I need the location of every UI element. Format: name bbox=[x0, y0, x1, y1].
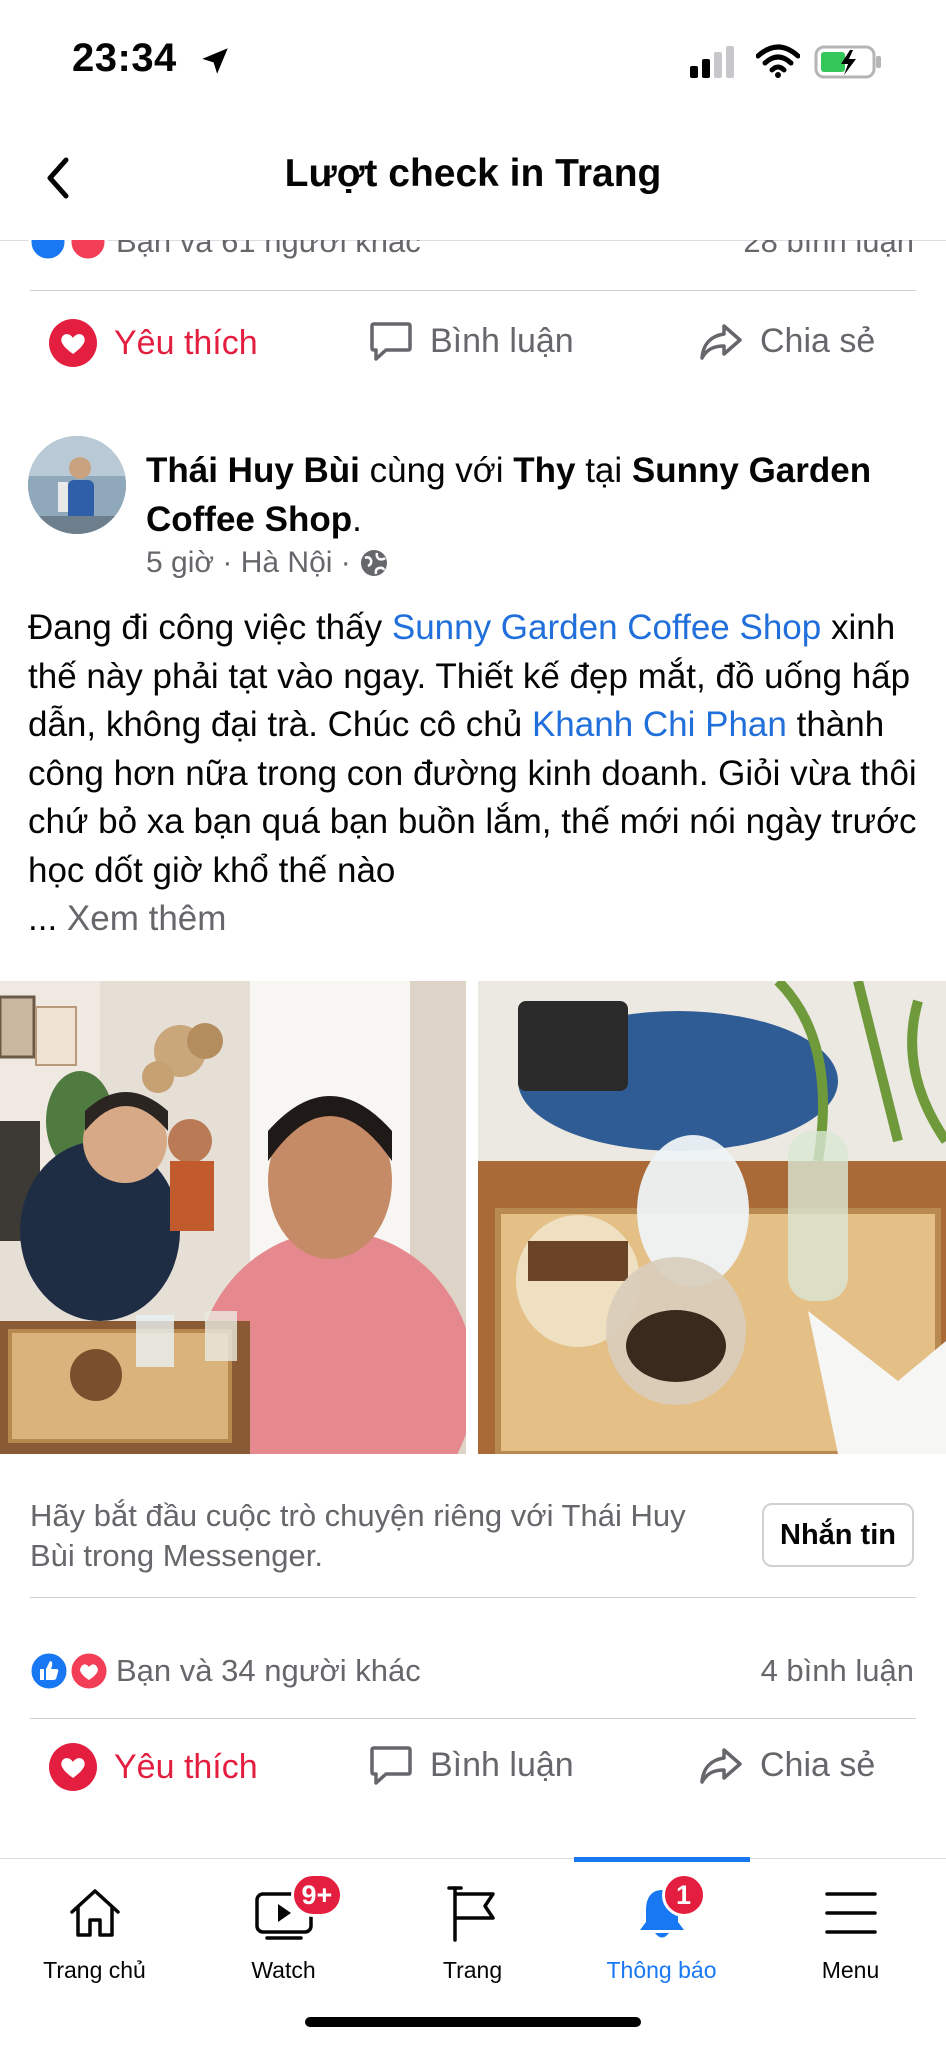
nav-pages[interactable]: Trang bbox=[378, 1859, 567, 1989]
nav-watch[interactable]: 9+ Watch bbox=[189, 1859, 378, 1989]
send-message-button[interactable]: Nhắn tin bbox=[762, 1503, 914, 1567]
post-separator bbox=[0, 404, 946, 410]
notifications-badge: 1 bbox=[661, 1873, 706, 1917]
signal-icon bbox=[690, 46, 734, 78]
owner-link[interactable]: Khanh Chi Phan bbox=[532, 705, 787, 744]
like-label: Yêu thích bbox=[114, 1747, 258, 1786]
nav-watch-label: Watch bbox=[251, 1957, 316, 1983]
author-name[interactable]: Thái Huy Bùi bbox=[146, 451, 360, 490]
share-button[interactable]: Chia sẻ bbox=[698, 1742, 875, 1788]
header-period: . bbox=[352, 500, 362, 539]
meta-dot: · bbox=[332, 546, 360, 579]
comment-icon bbox=[370, 322, 412, 361]
post-location: Hà Nội bbox=[240, 546, 333, 579]
messenger-prompt: Hãy bắt đầu cuộc trò chuyện riêng với Th… bbox=[30, 1498, 686, 1573]
flag-icon bbox=[446, 1886, 495, 1942]
nav-menu-label: Menu bbox=[821, 1957, 880, 1983]
prev-reactions-row[interactable]: Bạn và 61 người khác 28 bình luận bbox=[0, 240, 946, 268]
prev-comments-count[interactable]: 28 bình luận bbox=[743, 240, 914, 260]
nav-notifications-label: Thông báo bbox=[606, 1957, 717, 1983]
reaction-love-icon bbox=[68, 1650, 110, 1692]
post-meta: 5 giờ · Hà Nội · bbox=[146, 546, 389, 580]
heart-icon bbox=[49, 1743, 97, 1791]
comment-button[interactable]: Bình luận bbox=[368, 318, 574, 364]
divider bbox=[30, 1718, 916, 1719]
comment-icon bbox=[370, 1746, 412, 1785]
comment-button[interactable]: Bình luận bbox=[368, 1742, 574, 1788]
divider bbox=[30, 1597, 916, 1598]
divider bbox=[30, 290, 916, 291]
place-link[interactable]: Sunny Garden Coffee Shop bbox=[392, 608, 821, 647]
body-text-1: Đang đi công việc thấy bbox=[28, 608, 383, 647]
post-photo-drinks[interactable] bbox=[478, 981, 946, 1454]
reaction-love-icon bbox=[68, 240, 108, 262]
with-word: cùng với bbox=[369, 451, 504, 490]
share-label: Chia sẻ bbox=[760, 321, 876, 360]
reaction-like-icon bbox=[28, 1650, 70, 1692]
nav-notifications[interactable]: 1 Thông báo bbox=[567, 1859, 756, 1989]
tagged-friend[interactable]: Thy bbox=[513, 451, 575, 490]
heart-icon bbox=[49, 319, 97, 367]
post-body: Đang đi công việc thấy Sunny Garden Coff… bbox=[28, 604, 920, 944]
post-photo-selfie[interactable] bbox=[0, 981, 466, 1454]
prev-reactions-count: Bạn và 61 người khác bbox=[116, 240, 421, 259]
share-icon bbox=[700, 1748, 742, 1784]
globe-icon bbox=[361, 550, 388, 576]
like-button[interactable]: Yêu thích bbox=[48, 1742, 258, 1792]
home-icon bbox=[69, 1889, 120, 1937]
location-arrow-icon bbox=[202, 48, 228, 74]
comment-label: Bình luận bbox=[430, 1745, 574, 1784]
post-header-text: Thái Huy Bùi cùng với Thy tại Sunny Gard… bbox=[146, 446, 916, 544]
see-more-link[interactable]: Xem thêm bbox=[67, 899, 227, 938]
watch-badge: 9+ bbox=[290, 1873, 344, 1917]
page-title: Lượt check in Trang bbox=[284, 152, 662, 195]
active-tab-indicator bbox=[574, 1857, 750, 1862]
reaction-like-icon bbox=[28, 240, 68, 262]
author-avatar[interactable] bbox=[28, 436, 126, 534]
comment-label: Bình luận bbox=[430, 321, 574, 360]
ellipsis: ... bbox=[28, 899, 58, 938]
reactions-count[interactable]: Bạn và 34 người khác bbox=[116, 1653, 421, 1689]
nav-home[interactable]: Trang chủ bbox=[0, 1859, 189, 1989]
nav-home-label: Trang chủ bbox=[43, 1957, 146, 1983]
comments-count[interactable]: 4 bình luận bbox=[761, 1653, 914, 1689]
home-indicator[interactable] bbox=[305, 2017, 641, 2027]
wifi-icon bbox=[756, 44, 800, 78]
share-button[interactable]: Chia sẻ bbox=[698, 318, 875, 364]
at-word: tại bbox=[585, 451, 623, 490]
share-icon bbox=[700, 324, 742, 360]
battery-charging-icon bbox=[814, 45, 881, 79]
post-time[interactable]: 5 giờ bbox=[146, 546, 214, 580]
menu-icon bbox=[824, 1892, 877, 1934]
nav-menu[interactable]: Menu bbox=[756, 1859, 945, 1989]
like-button[interactable]: Yêu thích bbox=[48, 318, 258, 368]
like-label: Yêu thích bbox=[114, 323, 258, 362]
share-label: Chia sẻ bbox=[760, 1745, 876, 1784]
meta-dot: · bbox=[214, 546, 241, 579]
nav-pages-label: Trang bbox=[442, 1957, 503, 1983]
status-time: 23:34 bbox=[72, 36, 177, 80]
